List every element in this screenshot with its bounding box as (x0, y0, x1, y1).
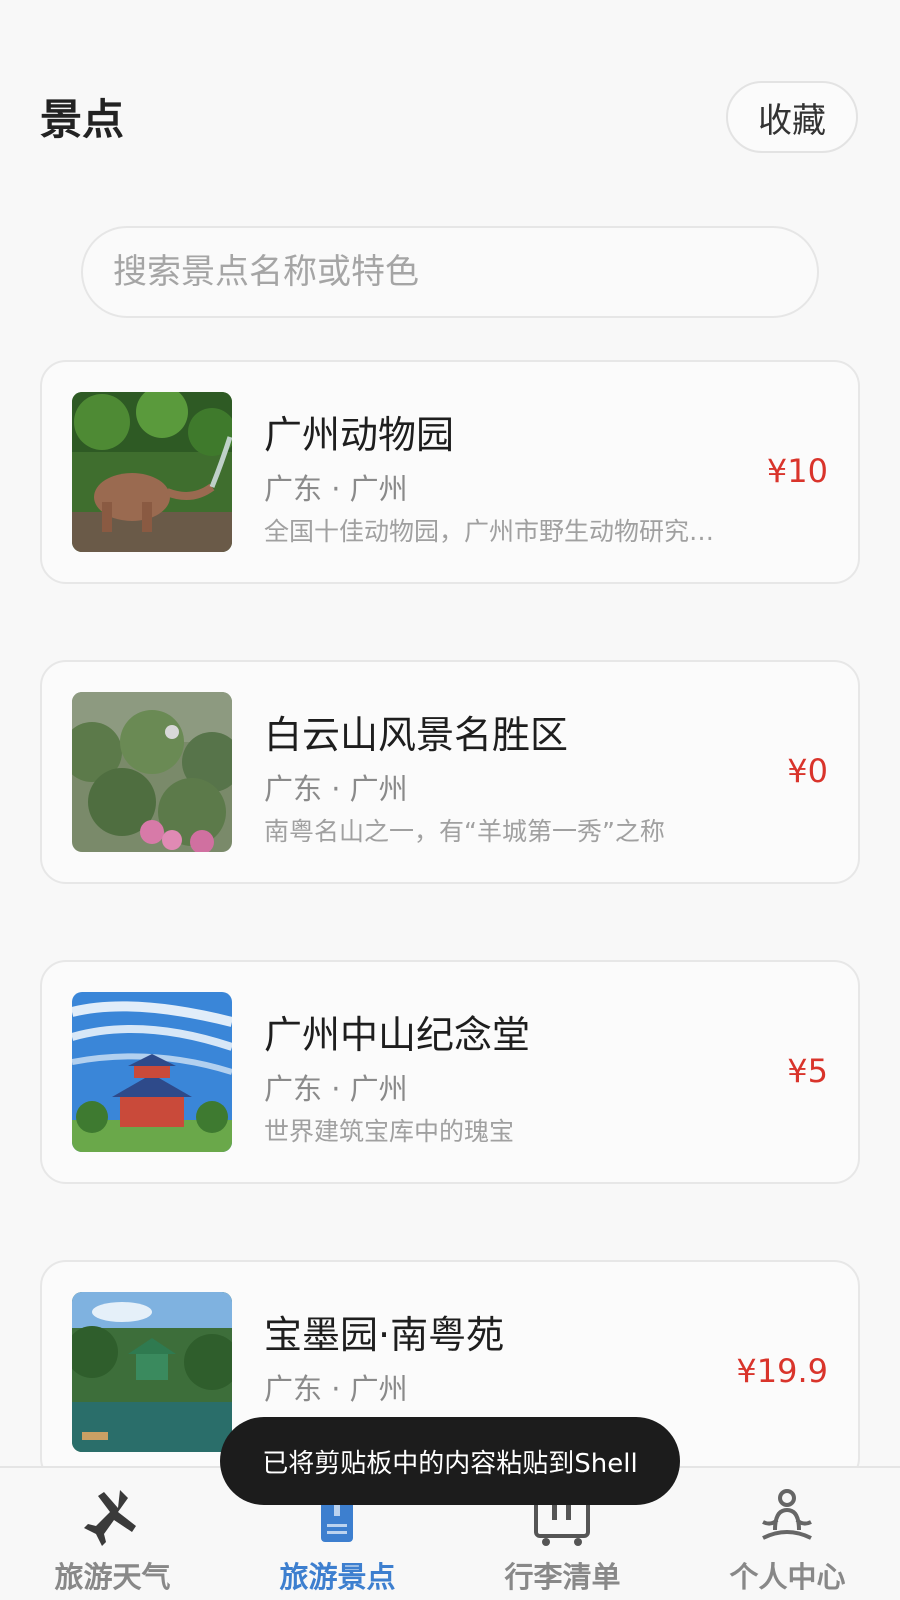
spot-description: 南粤名山之一，有“羊城第一秀”之称 (264, 817, 665, 846)
meditation-icon (762, 1489, 812, 1540)
airplane-icon (84, 1490, 136, 1546)
favorites-button[interactable]: 收藏 (726, 81, 858, 153)
spot-description: 全国十佳动物园，广州市野生动物研究中心 (264, 517, 734, 546)
tab-label: 个人中心 (729, 1560, 846, 1594)
spot-name: 广州中山纪念堂 (264, 1013, 531, 1057)
search-input[interactable] (83, 228, 817, 316)
tab-label: 旅游景点 (279, 1560, 396, 1594)
spot-price: ¥5 (787, 1052, 828, 1090)
spot-card[interactable]: 白云山风景名胜区 广东 · 广州 南粤名山之一，有“羊城第一秀”之称 ¥0 (40, 660, 860, 884)
spot-price: ¥19.9 (736, 1352, 828, 1390)
tab-label: 行李清单 (504, 1560, 621, 1594)
search-bar[interactable] (81, 226, 819, 318)
tab-label: 旅游天气 (54, 1560, 171, 1594)
spot-name: 宝墨园·南粤苑 (264, 1313, 505, 1357)
spot-location: 广东 · 广州 (264, 472, 408, 506)
spot-card[interactable]: 广州动物园 广东 · 广州 全国十佳动物园，广州市野生动物研究中心 ¥10 (40, 360, 860, 584)
spot-price: ¥0 (787, 752, 828, 790)
spot-location: 广东 · 广州 (264, 772, 408, 806)
spot-location: 广东 · 广州 (264, 1072, 408, 1106)
header: 景点 收藏 (0, 0, 900, 200)
spot-image-baomo-garden (72, 1292, 232, 1452)
tab-profile[interactable]: 个人中心 (675, 1468, 900, 1600)
page-title: 景点 (40, 95, 125, 144)
spot-image-baiyun (72, 692, 232, 852)
spot-image-memorial-hall (72, 992, 232, 1152)
spot-name: 广州动物园 (264, 413, 455, 457)
spot-name: 白云山风景名胜区 (264, 713, 569, 757)
tab-weather[interactable]: 旅游天气 (0, 1468, 225, 1600)
spot-price: ¥10 (766, 452, 828, 490)
spot-description: 世界建筑宝库中的瑰宝 (264, 1117, 515, 1146)
spot-card[interactable]: 广州中山纪念堂 广东 · 广州 世界建筑宝库中的瑰宝 ¥5 (40, 960, 860, 1184)
toast-message: 已将剪贴板中的内容粘贴到Shell (220, 1417, 680, 1505)
spot-location: 广东 · 广州 (264, 1372, 408, 1406)
spot-image-zoo (72, 392, 232, 552)
